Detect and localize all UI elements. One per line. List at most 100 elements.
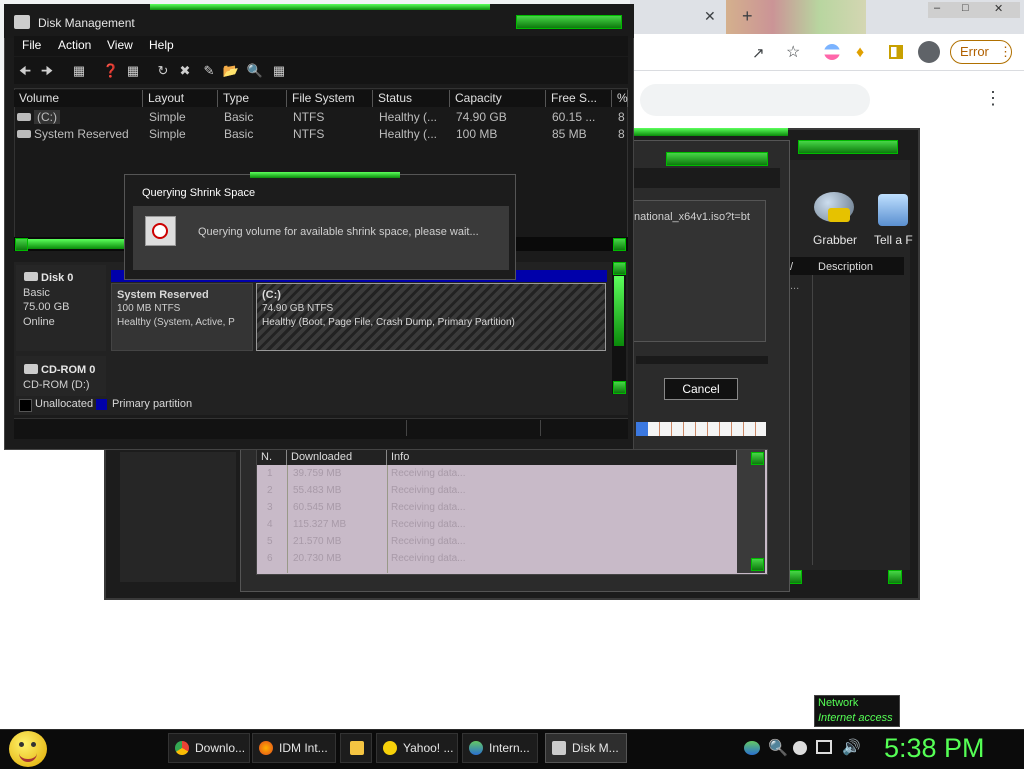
rescan-icon[interactable]: ✎	[200, 62, 218, 79]
console-tree-icon[interactable]: ▦	[70, 62, 88, 79]
share-icon[interactable]: ↗	[752, 44, 765, 62]
row-downloaded: 55.483 MB	[293, 485, 342, 496]
idm-scroll-left[interactable]	[788, 570, 802, 584]
dl-progress-fill	[636, 422, 648, 436]
dm-status-bar	[14, 418, 628, 439]
search-tray-icon[interactable]: 🔍	[768, 738, 788, 758]
idm-list-cell: ...	[790, 280, 800, 292]
smiley-tray-icon[interactable]	[793, 741, 807, 755]
idm-window-buttons[interactable]	[798, 140, 898, 154]
hscroll-thumb[interactable]	[28, 239, 128, 249]
col-n-header[interactable]: N.	[257, 450, 287, 465]
settings-grid-icon[interactable]: ▦	[270, 62, 288, 79]
taskbar-firefox[interactable]: IDM Int...	[252, 733, 336, 763]
row-number: 2	[267, 485, 273, 496]
row-number: 4	[267, 519, 273, 530]
maximize-icon[interactable]: □	[962, 2, 969, 14]
scroll-left-icon[interactable]	[15, 238, 28, 251]
minimize-icon[interactable]: –	[934, 2, 940, 14]
scroll-up-icon[interactable]	[751, 452, 764, 465]
cpart-size: 74.90 GB NTFS	[262, 303, 334, 314]
scroll-down-icon[interactable]	[613, 381, 626, 394]
scroll-down-icon[interactable]	[751, 558, 764, 571]
row-info: Receiving data...	[391, 468, 466, 479]
cdrom-name: CD-ROM 0	[41, 364, 96, 376]
profile-avatar-icon[interactable]	[918, 41, 940, 63]
table-row[interactable]: 2 55.483 MB Receiving data...	[257, 485, 747, 502]
error-menu-icon[interactable]: ⋮	[999, 44, 1012, 60]
volume-tray-icon[interactable]: 🔊	[842, 738, 861, 756]
properties-icon[interactable]: ▦	[124, 62, 142, 79]
side-panel-icon[interactable]	[889, 45, 903, 59]
drive-icon	[17, 113, 31, 121]
volume-status: Healthy (...	[379, 127, 438, 141]
idm-list-divider	[812, 275, 813, 565]
close-tab-icon[interactable]: ✕	[704, 8, 716, 25]
col-status[interactable]: Status	[373, 90, 450, 107]
col-type[interactable]: Type	[218, 90, 287, 107]
grabber-label[interactable]: Grabber	[813, 233, 857, 247]
grabber-icon[interactable]	[808, 190, 862, 230]
menu-file[interactable]: File	[22, 38, 41, 52]
col-layout[interactable]: Layout	[143, 90, 218, 107]
cancel-download-button[interactable]: Cancel	[664, 378, 738, 400]
taskbar-yahoo[interactable]: Yahoo! ...	[376, 733, 458, 763]
scroll-right-icon[interactable]	[613, 238, 626, 251]
volume-type: Basic	[224, 127, 254, 141]
volume-capacity: 100 MB	[456, 127, 498, 141]
idm-tray-icon[interactable]	[744, 741, 760, 755]
table-row[interactable]: 1 39.759 MB Receiving data...	[257, 468, 747, 485]
search-box[interactable]	[640, 84, 870, 116]
taskbar-explorer[interactable]	[340, 733, 372, 763]
bookmark-star-icon[interactable]: ☆	[786, 42, 800, 62]
table-row[interactable]: 3 60.545 MB Receiving data...	[257, 502, 747, 519]
back-arrow-icon[interactable]: 🠈	[16, 62, 34, 79]
tell-a-friend-label[interactable]: Tell a F	[874, 233, 913, 247]
dialog-title-accent	[250, 172, 400, 178]
taskbar-clock[interactable]: 5:38 PM	[884, 733, 994, 765]
menu-action[interactable]: Action	[58, 38, 91, 52]
volume-fs: NTFS	[293, 127, 325, 141]
col-free-space[interactable]: Free S...	[546, 90, 612, 107]
col-percent-free[interactable]: %	[612, 90, 628, 107]
row-info: Receiving data...	[391, 485, 466, 496]
col-file-system[interactable]: File System	[287, 90, 373, 107]
scroll-up-icon[interactable]	[613, 262, 626, 275]
menu-view[interactable]: View	[107, 38, 133, 52]
menu-help[interactable]: Help	[149, 38, 174, 52]
vscroll-thumb[interactable]	[614, 276, 624, 346]
description-column-header[interactable]: Description	[818, 261, 873, 273]
refresh-icon[interactable]: ↻	[154, 62, 172, 79]
dm-window-buttons[interactable]	[516, 15, 622, 29]
table-row[interactable]: 5 21.570 MB Receiving data...	[257, 536, 747, 553]
cdrom-drive: CD-ROM (D:)	[23, 379, 90, 391]
table-row[interactable]: 4 115.327 MB Receiving data...	[257, 519, 747, 536]
taskbar-idm[interactable]: Intern...	[462, 733, 538, 763]
delete-icon[interactable]: ✖	[176, 62, 194, 79]
network-tray-icon[interactable]	[816, 740, 832, 754]
table-row[interactable]: 6 20.730 MB Receiving data...	[257, 553, 747, 570]
close-window-icon[interactable]: ✕	[994, 2, 1003, 15]
row-info: Receiving data...	[391, 553, 466, 564]
idm-scroll-right[interactable]	[888, 570, 902, 584]
new-tab-icon[interactable]: +	[742, 6, 753, 27]
forward-arrow-icon[interactable]: 🠊	[38, 62, 56, 79]
help-icon[interactable]: ❓	[102, 62, 120, 79]
legend-unallocated: Unallocated	[35, 398, 94, 410]
taskbar-chrome[interactable]: Downlo...	[168, 733, 250, 763]
col-volume[interactable]: Volume	[14, 90, 143, 107]
col-downloaded-header[interactable]: Downloaded	[287, 450, 387, 465]
taskbar-disk-management[interactable]: Disk M...	[545, 733, 627, 763]
extensions-puzzle-icon[interactable]: ♦	[856, 44, 864, 62]
open-folder-icon[interactable]: 📂	[222, 62, 240, 79]
page-menu-icon[interactable]: ⋮	[984, 88, 1002, 109]
task-label: Intern...	[489, 741, 530, 755]
search-icon[interactable]: 🔍	[246, 62, 264, 79]
start-smiley-icon[interactable]	[9, 731, 47, 767]
tell-a-friend-icon[interactable]	[878, 194, 908, 226]
col-info-header[interactable]: Info	[387, 450, 737, 465]
extension-flag-icon[interactable]	[824, 44, 840, 60]
disk-vscrollbar[interactable]	[612, 262, 626, 394]
col-capacity[interactable]: Capacity	[450, 90, 546, 107]
dl-window-buttons[interactable]	[666, 152, 768, 166]
